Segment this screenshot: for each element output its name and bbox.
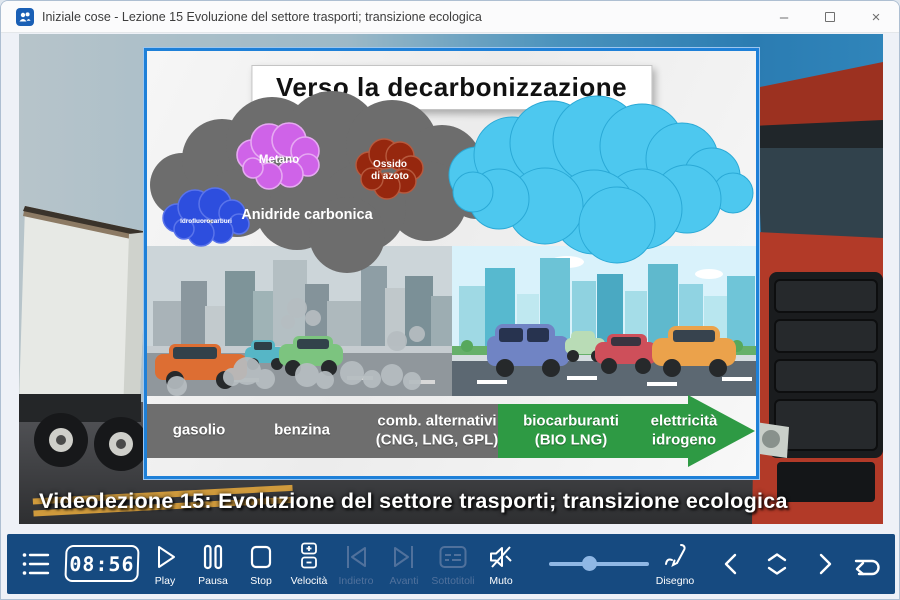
speed-button[interactable]: Velocità	[285, 542, 333, 587]
volume-slider[interactable]	[549, 560, 649, 568]
player-toolbar: 08:56 Play Pausa Stop Velocità Indietro	[7, 534, 895, 594]
pause-button[interactable]: Pausa	[189, 542, 237, 587]
timer-value: 08:56	[69, 552, 135, 576]
skip-forward-icon	[390, 544, 418, 570]
mute-button[interactable]: Muto	[477, 542, 525, 587]
maximize-icon	[825, 12, 835, 22]
fuel-label-elettricita-idrogeno: elettricitàidrogeno	[651, 412, 718, 450]
emission-clouds: Idrofluorocarburi Metano Ossido di azoto	[147, 113, 756, 265]
cyan-cloud-clean	[449, 96, 753, 263]
cloud-label-nox-line2: di azoto	[371, 171, 409, 182]
cloud-label-hfc: Idrofluorocarburi	[180, 218, 232, 225]
title-bar: Iniziale cose - Lezione 15 Evoluzione de…	[1, 1, 899, 33]
nav-expand-button[interactable]	[761, 551, 793, 577]
pen-icon	[661, 542, 689, 570]
list-icon	[21, 551, 51, 577]
mute-icon	[487, 544, 515, 570]
minimize-button[interactable]: –	[761, 1, 807, 33]
cloud-label-nox-line1: Ossido	[373, 159, 407, 170]
index-list-button[interactable]	[21, 551, 51, 577]
return-arrow-icon	[849, 551, 883, 579]
return-button[interactable]	[849, 551, 883, 579]
volume-slider-track[interactable]	[549, 562, 649, 566]
video-caption: Videolezione 15: Evoluzione del settore …	[39, 489, 879, 514]
subtitles-button: Sottotitoli	[429, 542, 477, 587]
cloud-label-co2: Anidride carbonica	[241, 207, 373, 223]
subtitles-icon	[438, 544, 468, 570]
people-icon	[16, 8, 34, 26]
draw-button[interactable]: Disegno	[651, 542, 699, 587]
maximize-button[interactable]	[807, 1, 853, 33]
elapsed-time-display: 08:56	[64, 545, 139, 582]
video-stage[interactable]: Verso la decarbonizzazione Idrofluoroca	[19, 34, 883, 524]
window-title: Iniziale cose - Lezione 15 Evoluzione de…	[42, 10, 482, 24]
fuel-label-biocarburanti: biocarburanti(BIO LNG)	[523, 412, 619, 450]
fuel-label-comb-alternativi: comb. alternativi(CNG, LNG, GPL)	[376, 412, 499, 450]
pause-icon	[200, 544, 226, 570]
previous-button: Indietro	[332, 542, 380, 587]
speed-plus-minus-icon	[296, 542, 322, 570]
volume-slider-thumb[interactable]	[582, 556, 597, 571]
nav-next-slide-button[interactable]	[811, 551, 837, 577]
close-button[interactable]: ×	[853, 1, 899, 33]
play-button[interactable]: Play	[141, 542, 189, 587]
skip-back-icon	[342, 544, 370, 570]
app-window: Iniziale cose - Lezione 15 Evoluzione de…	[0, 0, 900, 600]
fuel-transition-arrow: gasolio benzina comb. alternativi(CNG, L…	[147, 404, 756, 458]
cloud-label-methane: Metano	[259, 154, 299, 166]
fuel-label-benzina: benzina	[274, 422, 330, 441]
play-icon	[152, 544, 178, 570]
slide: Verso la decarbonizzazione Idrofluoroca	[144, 48, 759, 479]
next-button: Avanti	[380, 542, 428, 587]
city-scene	[147, 246, 756, 396]
chevron-left-icon	[719, 551, 745, 577]
nav-previous-slide-button[interactable]	[719, 551, 745, 577]
stop-icon	[248, 544, 274, 570]
chevrons-up-down-icon	[761, 551, 793, 577]
chevron-right-icon	[811, 551, 837, 577]
fuel-label-gasolio: gasolio	[173, 422, 226, 441]
stop-button[interactable]: Stop	[237, 542, 285, 587]
